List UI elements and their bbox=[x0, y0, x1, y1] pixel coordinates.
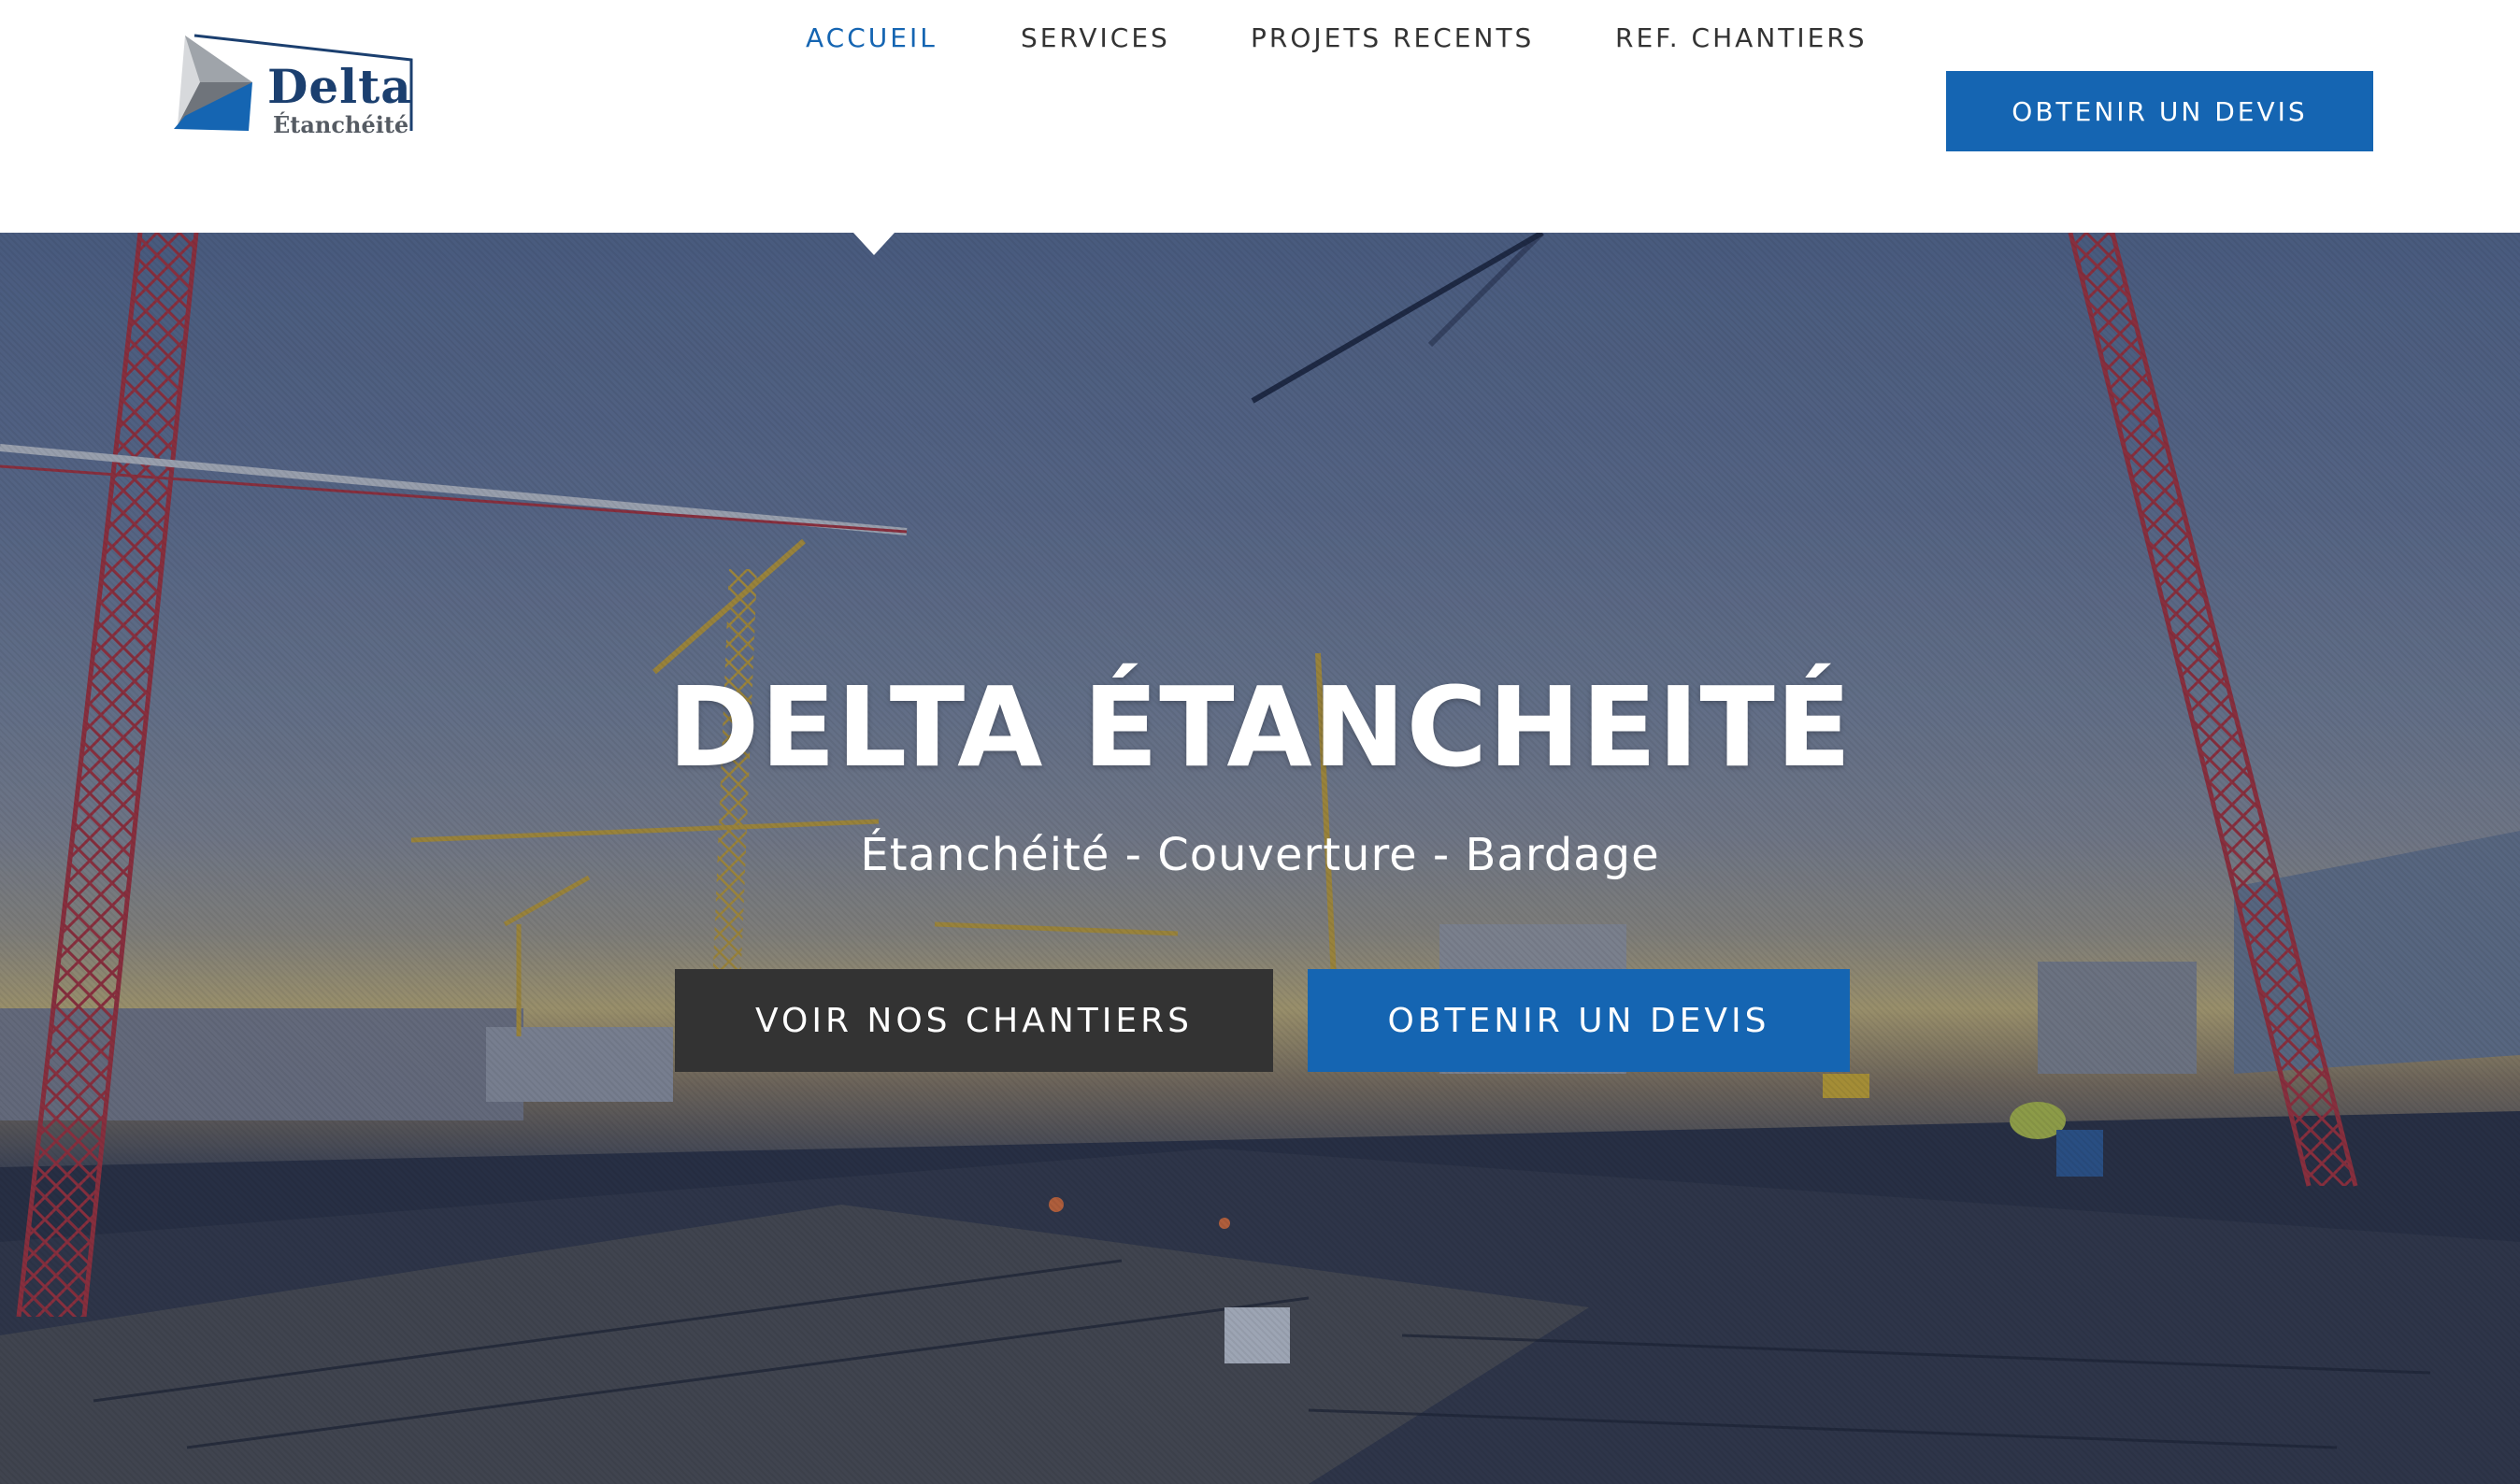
hero-quote-button[interactable]: OBTENIR UN DEVIS bbox=[1308, 969, 1850, 1072]
active-nav-indicator bbox=[853, 233, 895, 255]
hero-subtitle: Étanchéité - Couverture - Bardage bbox=[860, 829, 1660, 881]
logo-wordmark: Delta Étanchéité bbox=[267, 64, 415, 136]
nav-item-services[interactable]: SERVICES bbox=[1021, 22, 1170, 53]
nav-item-projets-recents[interactable]: PROJETS RECENTS bbox=[1251, 22, 1534, 53]
nav-item-ref-chantiers[interactable]: REF. CHANTIERS bbox=[1615, 22, 1868, 53]
header-quote-button[interactable]: OBTENIR UN DEVIS bbox=[1946, 71, 2373, 151]
brand-logo[interactable]: Delta Étanchéité bbox=[166, 32, 417, 136]
site-header: Delta Étanchéité ACCUEIL SERVICES PROJET… bbox=[0, 0, 2520, 233]
hero-content: DELTA ÉTANCHEITÉ Étanchéité - Couverture… bbox=[0, 233, 2520, 1484]
hero-title: DELTA ÉTANCHEITÉ bbox=[667, 663, 1853, 792]
nav-item-accueil[interactable]: ACCUEIL bbox=[806, 22, 938, 53]
logo-title: Delta bbox=[267, 59, 412, 114]
view-projects-button[interactable]: VOIR NOS CHANTIERS bbox=[675, 969, 1273, 1072]
logo-subtitle: Étanchéité bbox=[273, 111, 409, 138]
hero-section: DELTA ÉTANCHEITÉ Étanchéité - Couverture… bbox=[0, 233, 2520, 1484]
